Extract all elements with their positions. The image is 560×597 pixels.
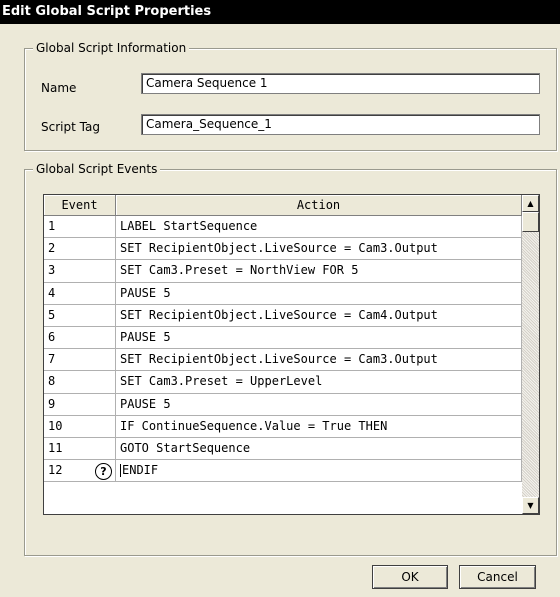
event-number: 6: [48, 330, 56, 344]
event-cell[interactable]: 7: [44, 349, 116, 372]
action-cell[interactable]: GOTO StartSequence: [116, 438, 522, 461]
action-column-header[interactable]: Action: [116, 195, 522, 216]
event-cell[interactable]: 10: [44, 415, 116, 438]
action-cell[interactable]: ENDIF: [116, 460, 522, 483]
action-text: IF ContinueSequence.Value = True THEN: [120, 418, 388, 433]
table-row[interactable]: 7 SET RecipientObject.LiveSource = Cam3.O…: [44, 349, 522, 372]
name-label: Name: [41, 81, 77, 95]
title-bar[interactable]: Edit Global Script Properties: [0, 0, 560, 24]
event-number: 4: [48, 285, 56, 300]
table-row[interactable]: 8 SET Cam3.Preset = UpperLevel: [44, 371, 522, 394]
action-cell[interactable]: PAUSE 5: [116, 393, 522, 416]
event-cell[interactable]: 9: [44, 393, 116, 416]
action-cell[interactable]: IF ContinueSequence.Value = True THEN: [116, 415, 522, 438]
table-row[interactable]: 6 PAUSE 5: [44, 327, 522, 350]
table-header: Event Action: [44, 195, 522, 216]
arrow-down-icon: ▼: [527, 501, 534, 510]
events-table[interactable]: Event Action 1 LABEL StartSequence 2 SET Re…: [43, 194, 540, 515]
action-cell[interactable]: LABEL StartSequence: [116, 216, 522, 239]
action-cell[interactable]: SET Cam3.Preset = UpperLevel: [116, 371, 522, 394]
event-cell[interactable]: 2: [44, 238, 116, 261]
table-row[interactable]: 11 GOTO StartSequence: [44, 438, 522, 461]
table-row[interactable]: 4 PAUSE 5: [44, 282, 522, 305]
action-cell[interactable]: PAUSE 5: [116, 282, 522, 305]
table-row[interactable]: 9 PAUSE 5: [44, 393, 522, 416]
event-cell[interactable]: 4: [44, 282, 116, 305]
event-cell[interactable]: 3: [44, 260, 116, 283]
event-number: 11: [48, 441, 63, 455]
action-text: SET Cam3.Preset = UpperLevel: [120, 374, 323, 389]
event-cell[interactable]: 5: [44, 304, 116, 327]
scroll-down-button[interactable]: ▼: [522, 497, 539, 514]
action-text: GOTO StartSequence: [120, 441, 251, 455]
action-cell[interactable]: PAUSE 5: [116, 327, 522, 350]
action-cell[interactable]: SET RecipientObject.LiveSource = Cam4.Ou…: [116, 304, 522, 327]
scroll-up-button[interactable]: ▲: [522, 195, 539, 212]
action-text: ENDIF: [122, 463, 159, 478]
table-row[interactable]: 10 IF ContinueSequence.Value = True THEN: [44, 415, 522, 438]
action-text: SET RecipientObject.LiveSource = Cam3.Ou…: [120, 352, 438, 367]
table-row[interactable]: 5 SET RecipientObject.LiveSource = Cam4.O…: [44, 304, 522, 327]
event-number: 5: [48, 307, 56, 322]
text-cursor: [120, 464, 121, 478]
global-script-information-group: Global Script Information: [24, 40, 557, 151]
table-row[interactable]: 3 SET Cam3.Preset = NorthView FOR 5: [44, 260, 522, 283]
event-number: 10: [48, 418, 63, 433]
action-text: SET RecipientObject.LiveSource = Cam3.Ou…: [120, 241, 438, 256]
action-cell[interactable]: SET RecipientObject.LiveSource = Cam3.Ou…: [116, 238, 522, 261]
global-script-information-legend: Global Script Information: [33, 40, 190, 56]
table-row[interactable]: 1 LABEL StartSequence: [44, 216, 522, 239]
global-script-events-legend: Global Script Events: [33, 161, 161, 177]
action-text: SET Cam3.Preset = NorthView FOR 5: [120, 263, 359, 278]
event-number: 2: [48, 241, 56, 256]
event-cell[interactable]: 12?: [44, 460, 116, 483]
event-cell[interactable]: 8: [44, 371, 116, 394]
question-mark-circle-icon[interactable]: ?: [95, 463, 112, 481]
action-cell[interactable]: SET Cam3.Preset = NorthView FOR 5: [116, 260, 522, 283]
vertical-scrollbar[interactable]: ▲ ▼: [522, 195, 539, 514]
action-text: SET RecipientObject.LiveSource = Cam4.Ou…: [120, 307, 438, 322]
script-tag-label: Script Tag: [41, 120, 100, 134]
action-text: LABEL StartSequence: [120, 219, 258, 233]
action-cell[interactable]: SET RecipientObject.LiveSource = Cam3.Ou…: [116, 349, 522, 372]
event-cell[interactable]: 1: [44, 216, 116, 239]
event-number: 7: [48, 352, 56, 367]
table-row[interactable]: 12? ENDIF: [44, 460, 522, 483]
event-number: 9: [48, 396, 56, 411]
table-row[interactable]: 2 SET RecipientObject.LiveSource = Cam3.O…: [44, 238, 522, 261]
action-text: PAUSE 5: [120, 285, 171, 300]
event-column-header[interactable]: Event: [44, 195, 116, 216]
action-text: PAUSE 5: [120, 330, 171, 344]
event-cell[interactable]: 6: [44, 327, 116, 350]
event-number: 3: [48, 263, 56, 278]
window-title: Edit Global Script Properties: [2, 4, 212, 19]
ok-button[interactable]: OK: [372, 565, 448, 589]
action-text: PAUSE 5: [120, 396, 171, 411]
arrow-up-icon: ▲: [527, 199, 534, 208]
event-cell[interactable]: 11: [44, 438, 116, 461]
event-number: 1: [48, 219, 56, 233]
script-tag-field[interactable]: Camera_Sequence_1: [141, 114, 540, 135]
cancel-button[interactable]: Cancel: [459, 565, 536, 589]
event-number: 8: [48, 374, 56, 389]
event-number: 12: [48, 463, 63, 478]
name-field[interactable]: Camera Sequence 1: [141, 73, 540, 94]
scroll-thumb[interactable]: [522, 212, 539, 232]
